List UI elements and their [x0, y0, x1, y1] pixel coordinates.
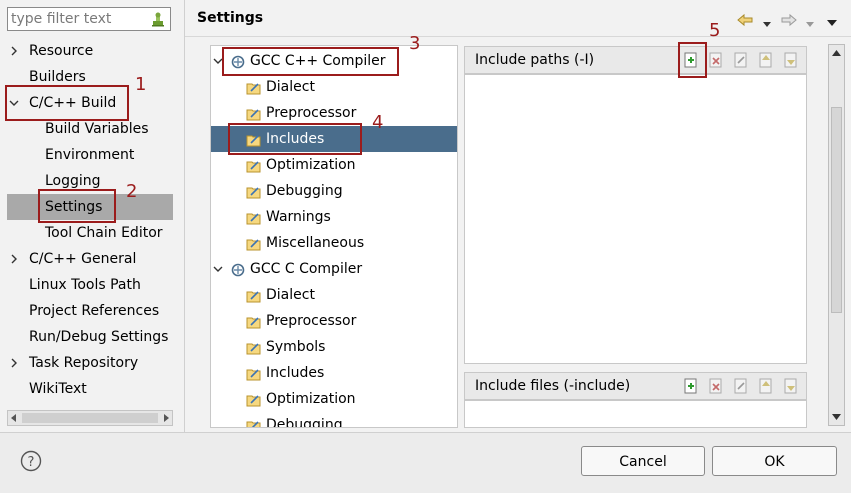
- tree-label: Optimization: [266, 157, 356, 173]
- option-category-icon: [246, 157, 262, 173]
- annotation-label-2: 2: [126, 181, 138, 202]
- option-category-icon: [246, 235, 262, 251]
- annotation-label-1: 1: [135, 74, 147, 95]
- tree-item-cpp-warnings[interactable]: Warnings: [211, 204, 457, 230]
- edit-icon[interactable]: [733, 52, 749, 68]
- tree-label: Warnings: [266, 209, 331, 225]
- ok-button[interactable]: OK: [712, 446, 837, 476]
- tree-gutter: [185, 45, 209, 428]
- annotation-label-3: 3: [409, 33, 421, 54]
- tree-label: Includes: [266, 365, 325, 381]
- forward-menu-icon[interactable]: [806, 16, 814, 27]
- scroll-up-icon[interactable]: [832, 49, 841, 57]
- nav-item-environment[interactable]: Environment: [45, 142, 134, 168]
- annotation-box-4: [228, 123, 362, 155]
- annotation-box-1: [5, 85, 129, 121]
- option-category-icon: [246, 183, 262, 199]
- tree-item-c-optimization[interactable]: Optimization: [211, 386, 457, 412]
- tree-item-cpp-dialect[interactable]: Dialect: [211, 74, 457, 100]
- forward-icon[interactable]: [781, 12, 797, 28]
- nav-item-tool-chain-editor[interactable]: Tool Chain Editor: [45, 220, 163, 246]
- tree-label: GCC C Compiler: [250, 261, 363, 277]
- tool-settings-tree[interactable]: GCC C++ Compiler Dialect Preprocessor In…: [210, 45, 458, 428]
- tree-label: Symbols: [266, 339, 326, 355]
- move-up-icon[interactable]: [758, 378, 774, 394]
- nav-item-task-repository[interactable]: Task Repository: [29, 350, 138, 376]
- nav-item-resource[interactable]: Resource: [29, 38, 93, 64]
- back-icon[interactable]: [737, 12, 753, 28]
- scroll-down-icon[interactable]: [832, 413, 841, 421]
- title-separator: [185, 36, 851, 37]
- annotation-box-2: [38, 189, 116, 223]
- settings-scroll-thumb[interactable]: [831, 107, 842, 313]
- svg-text:?: ?: [28, 455, 35, 470]
- tree-item-c-includes[interactable]: Includes: [211, 360, 457, 386]
- move-down-icon[interactable]: [783, 378, 799, 394]
- option-category-icon: [246, 209, 262, 225]
- compiler-tool-icon: [230, 261, 246, 277]
- nav-item-project-references[interactable]: Project References: [29, 298, 159, 324]
- include-paths-title: Include paths (-I): [475, 52, 595, 68]
- include-files-header: Include files (-include): [464, 372, 807, 400]
- move-down-icon[interactable]: [783, 52, 799, 68]
- nav-horizontal-scrollbar[interactable]: [7, 410, 173, 426]
- nav-item-run-debug-settings[interactable]: Run/Debug Settings: [29, 324, 168, 350]
- annotation-label-5: 5: [709, 20, 721, 41]
- nav-item-linux-tools-path[interactable]: Linux Tools Path: [29, 272, 141, 298]
- tree-label: Debugging: [266, 417, 343, 428]
- tree-item-c-symbols[interactable]: Symbols: [211, 334, 457, 360]
- tree-item-c-preprocessor[interactable]: Preprocessor: [211, 308, 457, 334]
- scroll-right-icon[interactable]: [162, 414, 170, 422]
- delete-icon[interactable]: [708, 52, 724, 68]
- scroll-left-icon[interactable]: [10, 414, 18, 422]
- option-category-icon: [246, 287, 262, 303]
- include-paths-list[interactable]: [464, 74, 807, 364]
- option-category-icon: [246, 313, 262, 329]
- edit-icon[interactable]: [733, 378, 749, 394]
- tree-item-gcc-c-compiler[interactable]: GCC C Compiler: [211, 256, 457, 282]
- nav-scroll-thumb[interactable]: [22, 413, 158, 423]
- delete-icon[interactable]: [708, 378, 724, 394]
- page-title: Settings: [197, 10, 264, 26]
- nav-item-wikitext[interactable]: WikiText: [29, 376, 87, 402]
- include-files-title: Include files (-include): [475, 378, 631, 394]
- tree-label: Dialect: [266, 79, 315, 95]
- expand-resource-icon[interactable]: [9, 46, 19, 56]
- move-up-icon[interactable]: [758, 52, 774, 68]
- tree-item-c-debugging[interactable]: Debugging: [211, 412, 457, 428]
- collapse-gcc-c-icon[interactable]: [213, 264, 223, 274]
- back-menu-icon[interactable]: [763, 16, 771, 27]
- add-icon[interactable]: [683, 378, 699, 394]
- nav-item-cpp-general[interactable]: C/C++ General: [29, 246, 136, 272]
- expand-cpp-general-icon[interactable]: [9, 254, 19, 264]
- option-category-icon: [246, 79, 262, 95]
- help-icon[interactable]: ?: [20, 450, 42, 472]
- tree-label: Miscellaneous: [266, 235, 365, 251]
- view-menu-icon[interactable]: [827, 15, 837, 26]
- cancel-button[interactable]: Cancel: [581, 446, 705, 476]
- tree-item-c-dialect[interactable]: Dialect: [211, 282, 457, 308]
- include-files-list[interactable]: [464, 400, 807, 428]
- tree-label: Debugging: [266, 183, 343, 199]
- tree-item-cpp-miscellaneous[interactable]: Miscellaneous: [211, 230, 457, 256]
- annotation-box-3: [222, 47, 399, 76]
- option-category-icon: [246, 365, 262, 381]
- option-category-icon: [246, 391, 262, 407]
- include-paths-header: Include paths (-I): [464, 46, 807, 74]
- option-category-icon: [246, 339, 262, 355]
- settings-vertical-scrollbar[interactable]: [828, 44, 845, 426]
- tree-label: Dialect: [266, 287, 315, 303]
- annotation-box-5: [678, 42, 707, 78]
- filter-input[interactable]: [11, 10, 143, 28]
- clear-filter-icon[interactable]: [150, 11, 166, 27]
- tree-label: Optimization: [266, 391, 356, 407]
- tree-item-cpp-debugging[interactable]: Debugging: [211, 178, 457, 204]
- expand-task-repository-icon[interactable]: [9, 358, 19, 368]
- tree-item-cpp-optimization[interactable]: Optimization: [211, 152, 457, 178]
- option-category-icon: [246, 105, 262, 121]
- annotation-label-4: 4: [372, 112, 384, 133]
- filter-field[interactable]: [7, 7, 171, 31]
- tree-label: Preprocessor: [266, 313, 357, 329]
- option-category-icon: [246, 417, 262, 427]
